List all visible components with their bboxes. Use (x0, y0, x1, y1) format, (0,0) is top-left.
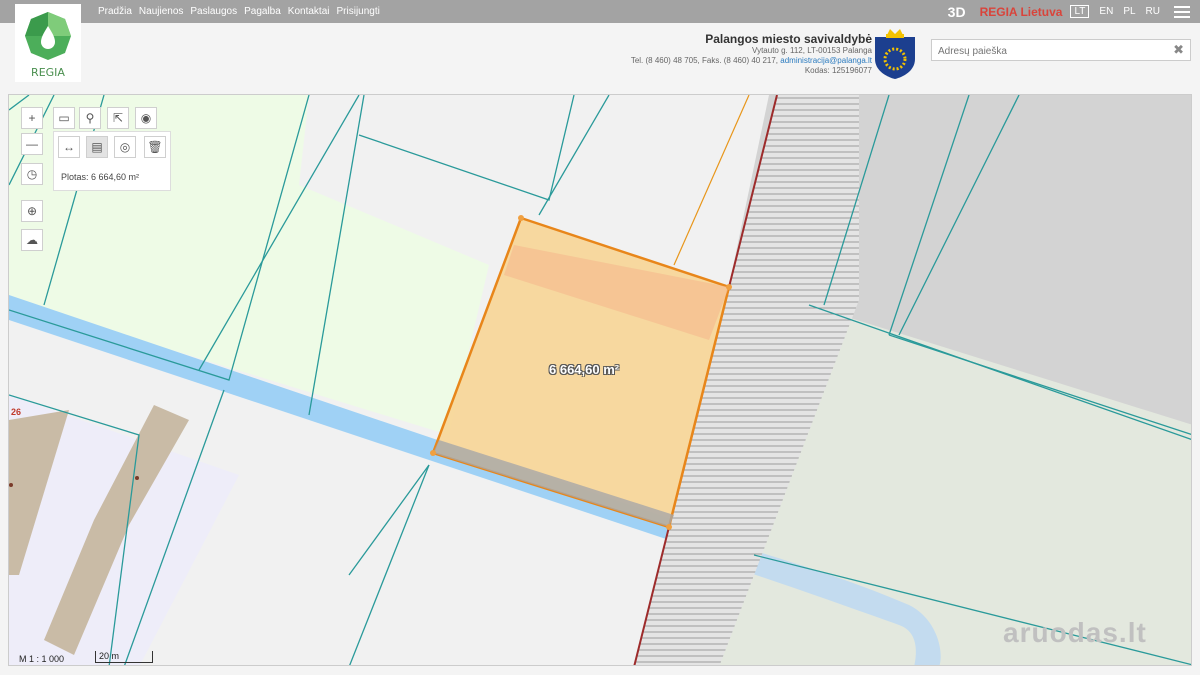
marker-icon[interactable]: ⚲ (79, 107, 101, 129)
history-icon[interactable]: ◷ (21, 163, 43, 185)
institution-code: Kodas: 125196077 (804, 66, 872, 75)
zoom-in-button[interactable]: + (21, 107, 43, 129)
measure-result: Plotas: 6 664,60 m² (61, 172, 140, 182)
scale-bar: 20 m (95, 651, 153, 663)
measure-panel: ↔ ▤ ◎ 🗑 Plotas: 6 664,60 m² (53, 131, 171, 191)
nav-item-kontaktai[interactable]: Kontaktai (288, 6, 330, 17)
hamburger-icon[interactable] (1174, 5, 1190, 18)
measure-distance-icon[interactable]: ↔ (58, 136, 80, 158)
building-marker (9, 483, 13, 487)
parcel-area-label: 6 664,60 m² (549, 362, 620, 377)
regia-logo[interactable]: REGIA (15, 4, 81, 82)
lang-lt[interactable]: LT (1070, 5, 1090, 18)
logo-text: REGIA (31, 66, 65, 79)
lithuania-map-icon[interactable]: ☁ (21, 229, 43, 251)
aruodas-watermark: aruodas.lt (1003, 617, 1147, 648)
lang-pl[interactable]: PL (1123, 6, 1135, 17)
institution-phone: Tel. (8 460) 48 705, Faks. (8 460) 40 21… (630, 56, 779, 65)
institution-contacts: Tel. (8 460) 48 705, Faks. (8 460) 40 21… (452, 56, 872, 66)
building-marker (135, 476, 139, 480)
lang-ru[interactable]: RU (1146, 6, 1160, 17)
locate-icon[interactable]: ⊕ (21, 200, 43, 222)
measure-radius-icon[interactable]: ◎ (114, 136, 136, 158)
measure-area-icon[interactable]: ▤ (86, 136, 108, 158)
nav-item-prisijungti[interactable]: Prisijungti (337, 6, 380, 17)
trash-icon[interactable]: 🗑 (144, 136, 166, 158)
institution-name: Palangos miesto savivaldybė (705, 32, 872, 46)
palanga-crest-icon (875, 29, 915, 79)
nav-item-paslaugos[interactable]: Paslaugos (190, 6, 237, 17)
nav-item-pradzia[interactable]: Pradžia (98, 6, 132, 17)
map-canvas[interactable] (9, 95, 1192, 666)
export-icon[interactable]: ⇱ (107, 107, 129, 129)
institution-info: Palangos miesto savivaldybė Vytauto g. 1… (452, 32, 872, 76)
nav-item-pagalba[interactable]: Pagalba (244, 6, 281, 17)
orange-boundary-line (673, 95, 750, 266)
target-icon[interactable]: ◉ (135, 107, 157, 129)
map-view[interactable]: 26 + — ◷ ⊕ ☁ ▭ ⚲ ⇱ ◉ ↔ ▤ ◎ 🗑 Plotas: 6 6… (8, 94, 1192, 666)
measure-ruler-icon[interactable]: ▭ (53, 107, 75, 129)
top-right-controls: 3D REGIA Lietuva LT EN PL RU (948, 0, 1200, 23)
zoom-out-button[interactable]: — (21, 133, 43, 155)
top-navigation-bar: Pradžia Naujienos Paslaugos Pagalba Kont… (0, 0, 1200, 23)
lang-en[interactable]: EN (1099, 6, 1113, 17)
parcel-number-label: 26 (11, 407, 22, 417)
institution-email[interactable]: administracija@palanga.lt (780, 56, 872, 65)
regia-logo-icon: REGIA (25, 12, 71, 79)
regia-lietuva-link[interactable]: REGIA Lietuva (980, 5, 1063, 19)
nav-item-naujienos[interactable]: Naujienos (139, 6, 183, 17)
address-search-input[interactable] (932, 40, 1160, 62)
clear-icon[interactable]: ✖ (1173, 42, 1184, 58)
3d-button[interactable]: 3D (948, 4, 966, 20)
main-nav: Pradžia Naujienos Paslaugos Pagalba Kont… (98, 0, 387, 23)
address-search[interactable]: ✖ (931, 39, 1191, 62)
map-scale: M 1 : 1 000 (19, 654, 65, 664)
institution-address: Vytauto g. 112, LT-00153 Palanga (752, 46, 872, 55)
